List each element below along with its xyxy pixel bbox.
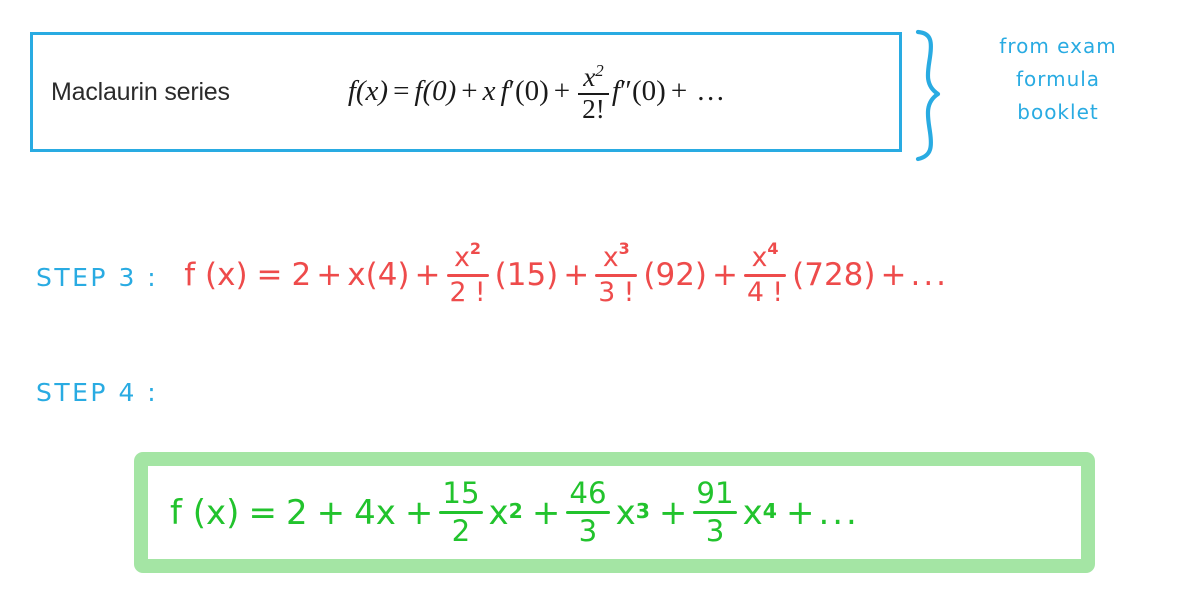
fraction-denominator: 2! — [582, 93, 605, 124]
answer-plus-1: + — [316, 492, 346, 533]
fraction-numerator: x3 — [600, 241, 633, 274]
answer-ellipsis: ... — [818, 492, 860, 533]
numerator-base: x — [602, 242, 619, 274]
step3-plus-2: + — [414, 257, 441, 293]
answer-plus-3: + — [531, 492, 561, 533]
step-3-expression: f (x) = 2 + x(4) + x2 2 ! (15) + x3 3 ! … — [184, 241, 950, 308]
step-4-label: STEP 4 : — [36, 378, 159, 407]
annotation-line-3: booklet — [1017, 100, 1099, 124]
fraction-numerator: 91 — [696, 476, 734, 511]
annotation-line-2: formula — [1015, 67, 1101, 91]
fraction-numerator: x2 — [451, 241, 484, 274]
numerator-base: x — [454, 242, 470, 274]
answer-plus-2: + — [404, 492, 434, 533]
numerator-exponent: 3 — [618, 239, 630, 259]
numerator-base: x — [583, 62, 596, 93]
maclaurin-label: Maclaurin series — [51, 77, 230, 106]
answer-equals: = — [248, 492, 277, 533]
numerator-exponent: 2 — [595, 61, 604, 81]
equals-sign: = — [393, 75, 410, 108]
maclaurin-ellipsis: … — [696, 75, 728, 108]
maclaurin-formula-box: Maclaurin series f(x) = f(0) + x f ′ (0) +… — [30, 32, 902, 152]
fraction-denominator: 4 ! — [747, 276, 784, 308]
fraction-denominator: 2 ! — [449, 276, 486, 308]
curly-brace-icon — [908, 27, 952, 165]
fraction-denominator: 2 — [451, 513, 471, 548]
maclaurin-expression: f(x) = f(0) + x f ′ (0) + x2 2! f ″ (0) + … — [348, 62, 727, 122]
step3-plus-4: + — [712, 257, 738, 293]
step3-fraction-3: x3 3 ! — [595, 241, 638, 308]
maclaurin-term2-arg: (0) — [631, 75, 666, 108]
maclaurin-term1-arg: (0) — [514, 75, 549, 108]
answer-plus-4: + — [658, 492, 688, 533]
fraction-denominator: 3 — [705, 513, 725, 548]
step3-linear-term: x(4) — [347, 257, 410, 293]
maclaurin-lhs: f(x) — [347, 75, 389, 108]
step3-plus-3: + — [563, 257, 590, 293]
step-3-label: STEP 3 : — [36, 262, 159, 292]
answer-fraction-2: 15 2 — [439, 476, 483, 548]
step3-fraction-4: x4 4 ! — [744, 241, 787, 308]
plus-sign-1: + — [461, 75, 478, 108]
answer-linear-term: 4x — [354, 492, 396, 533]
fraction-numerator: x2 — [579, 61, 608, 93]
answer-variable-2: x — [488, 492, 509, 533]
numerator-base: x — [751, 242, 768, 274]
maclaurin-term1-x: x — [482, 75, 496, 108]
step3-coefficient-2: (15) — [494, 257, 559, 293]
x-squared-over-2-factorial: x2 2! — [578, 61, 609, 124]
fraction-numerator: 46 — [569, 476, 607, 511]
answer-fraction-3: 46 3 — [566, 476, 610, 548]
maclaurin-term0: f(0) — [414, 75, 457, 108]
second-derivative-prime: ″ — [619, 75, 632, 108]
step3-lhs: f (x) — [184, 257, 248, 293]
fraction-denominator: 3 ! — [598, 276, 635, 308]
step3-coefficient-4: (728) — [792, 257, 876, 293]
plus-sign-3: + — [670, 75, 688, 108]
step3-coefficient-3: (92) — [643, 257, 708, 293]
step3-plus-1: + — [316, 257, 343, 293]
answer-exponent-3: 3 — [635, 498, 650, 523]
answer-exponent-2: 2 — [508, 498, 523, 523]
fraction-denominator: 3 — [578, 513, 598, 548]
step-3-row: STEP 3 : f (x) = 2 + x(4) + x2 2 ! (15) … — [36, 240, 949, 310]
exam-booklet-annotation: from exam formula booklet — [958, 30, 1158, 129]
answer-variable-3: x — [615, 492, 636, 533]
answer-plus-5: + — [785, 492, 815, 533]
numerator-exponent: 4 — [767, 239, 779, 259]
final-answer-inner: f (x) = 2 + 4x + 15 2 x2 + 46 3 x 3 + 91… — [148, 466, 1081, 559]
maclaurin-term2-f: f — [611, 75, 620, 108]
answer-lhs: f (x) — [170, 492, 240, 533]
plus-sign-2: + — [553, 75, 571, 108]
final-answer-box: f (x) = 2 + 4x + 15 2 x2 + 46 3 x 3 + 91… — [134, 452, 1095, 573]
annotation-line-1: from exam — [999, 34, 1117, 58]
answer-exponent-4: 4 — [762, 498, 777, 523]
step3-equals: = — [256, 257, 283, 293]
final-answer-expression: f (x) = 2 + 4x + 15 2 x2 + 46 3 x 3 + 91… — [170, 476, 860, 548]
step3-constant: 2 — [291, 257, 312, 293]
maclaurin-term1-f: f — [500, 75, 509, 108]
answer-variable-4: x — [742, 492, 763, 533]
numerator-exponent: 2 — [469, 239, 482, 259]
answer-fraction-4: 91 3 — [693, 476, 737, 548]
step3-fraction-2: x2 2 ! — [446, 241, 489, 308]
answer-constant: 2 — [285, 492, 308, 533]
fraction-numerator: x4 — [749, 241, 782, 274]
fraction-numerator: 15 — [442, 476, 480, 511]
step3-plus-5: + — [880, 257, 907, 293]
step3-ellipsis: ... — [910, 257, 950, 293]
